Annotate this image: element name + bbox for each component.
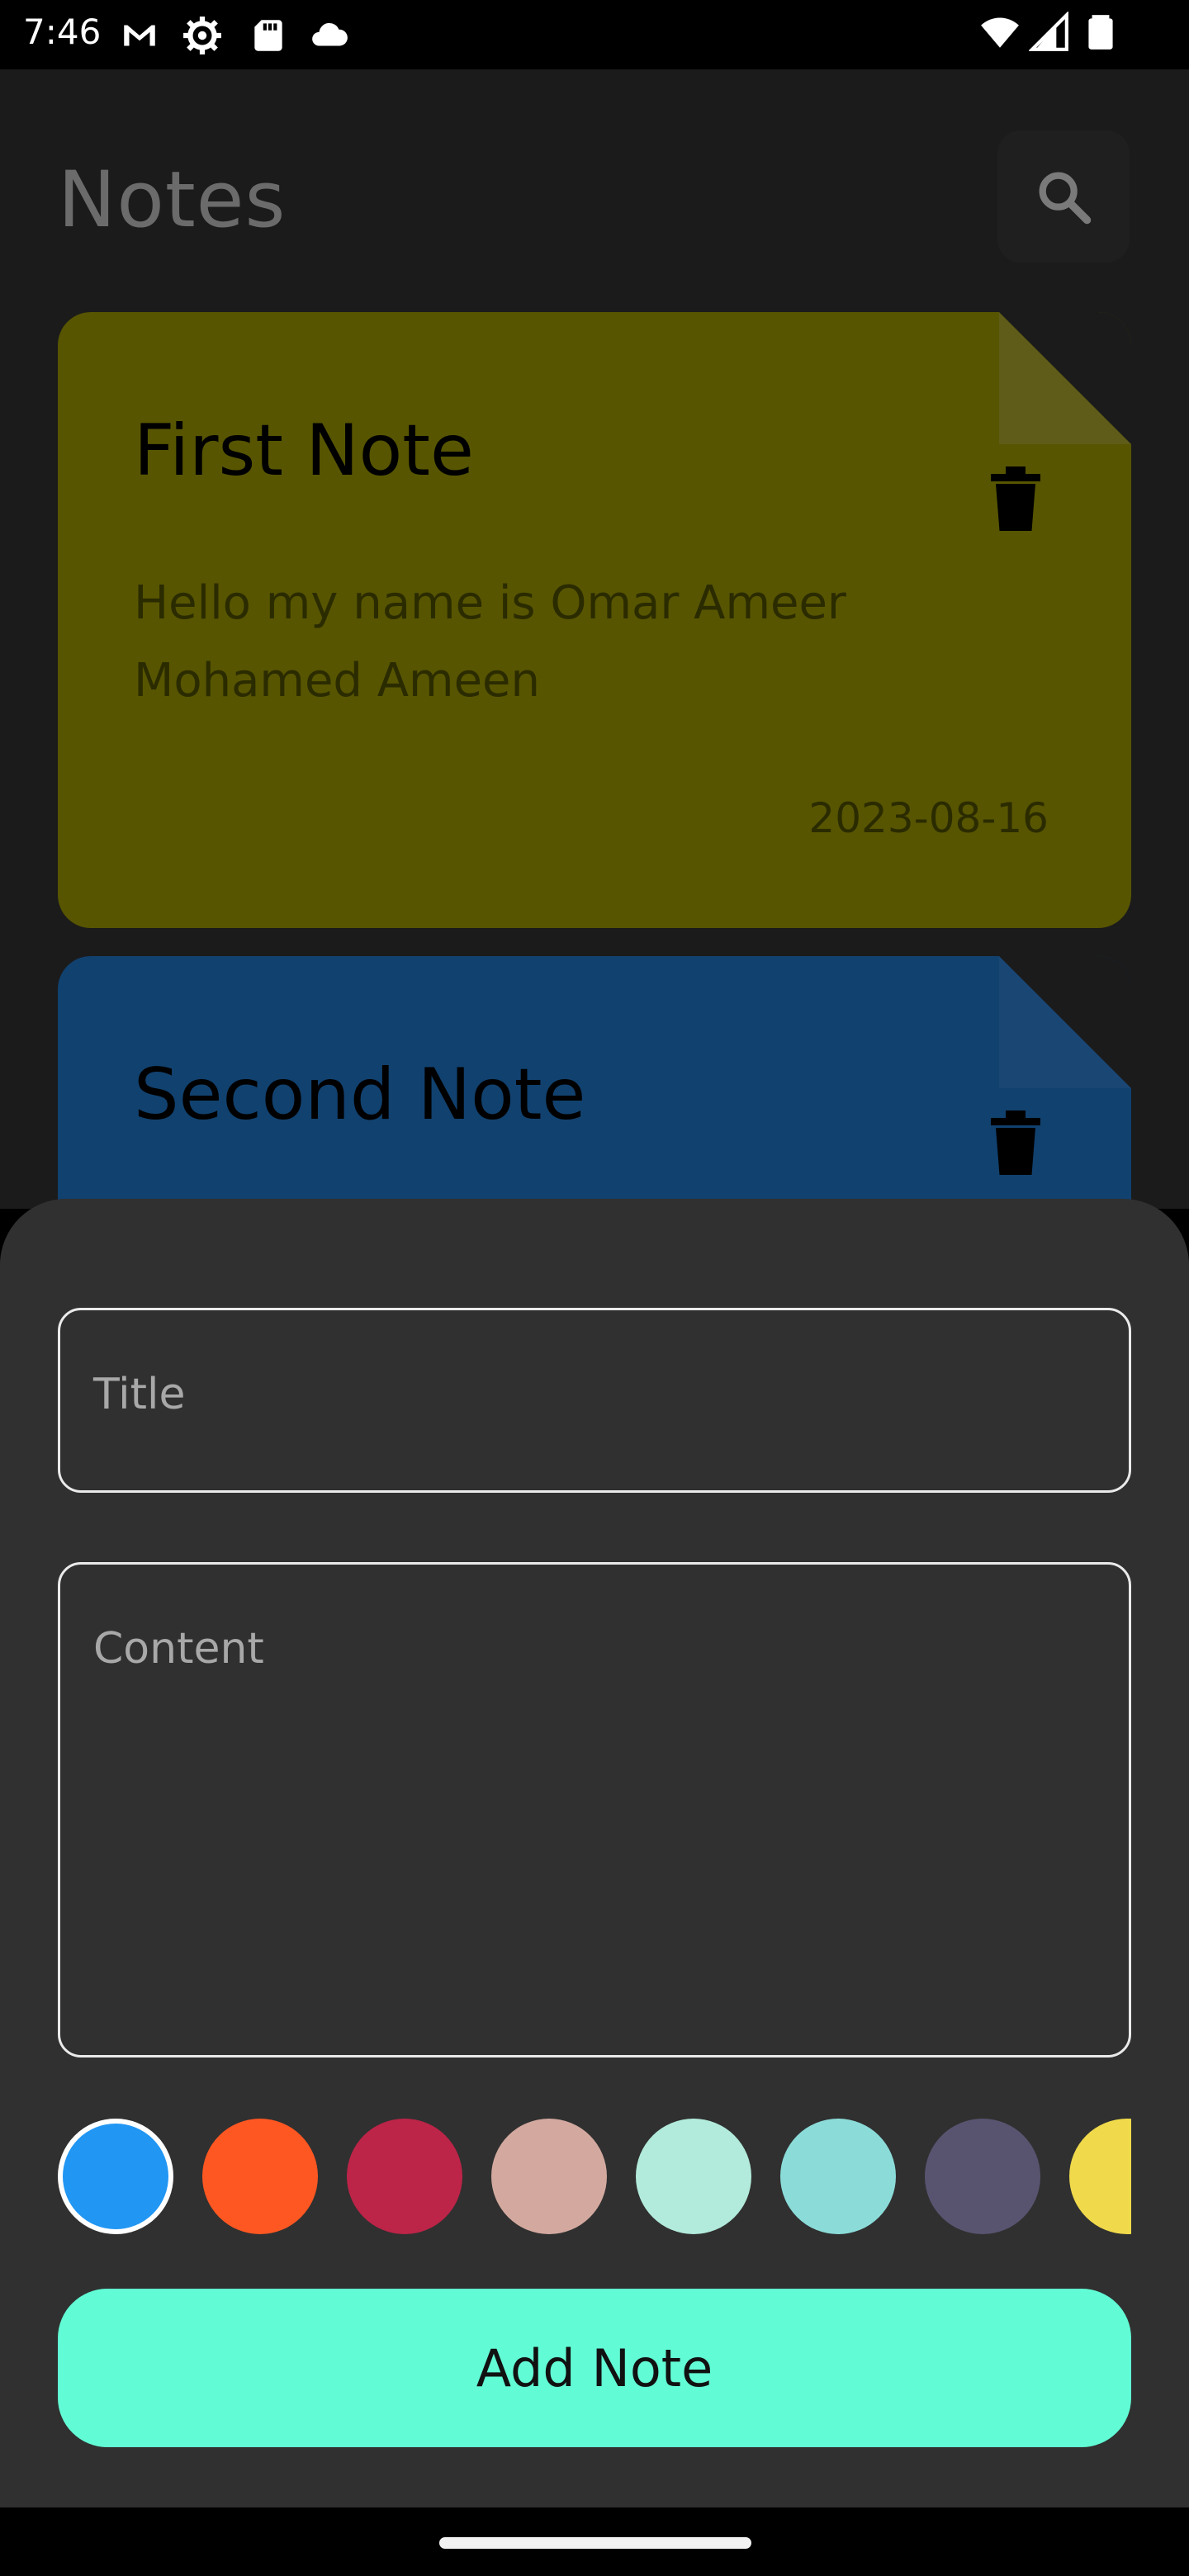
color-swatch-slate[interactable] [925, 2119, 1040, 2234]
color-swatch-rose[interactable] [491, 2119, 607, 2234]
cloud-icon [312, 22, 348, 46]
sheet-scrim[interactable] [0, 69, 1189, 1199]
content-placeholder: Content [93, 1624, 264, 1674]
content-input[interactable]: Content [58, 1562, 1131, 2057]
color-swatch-blue[interactable] [58, 2119, 173, 2234]
color-swatch-yellow[interactable] [1069, 2119, 1131, 2234]
swatch-clip [1069, 2119, 1131, 2234]
title-input[interactable]: Title [58, 1308, 1131, 1493]
wifi-icon [981, 17, 1019, 48]
color-swatch-teal[interactable] [780, 2119, 896, 2234]
status-time: 7:46 [23, 12, 102, 52]
color-swatch-crimson[interactable] [347, 2119, 462, 2234]
add-note-label: Add Note [476, 2337, 713, 2398]
battery-icon [1088, 15, 1113, 50]
signal-icon [1029, 12, 1068, 51]
title-placeholder: Title [93, 1370, 186, 1419]
settings-icon [183, 17, 221, 54]
home-handle[interactable] [439, 2537, 751, 2549]
status-bar: 7:46 [0, 0, 1189, 69]
color-swatch-orange[interactable] [202, 2119, 318, 2234]
color-swatch-mint[interactable] [636, 2119, 751, 2234]
sd-card-icon [254, 20, 282, 51]
navigation-bar [0, 2507, 1189, 2576]
gmail-icon [124, 25, 155, 46]
add-note-button[interactable]: Add Note [58, 2289, 1131, 2447]
